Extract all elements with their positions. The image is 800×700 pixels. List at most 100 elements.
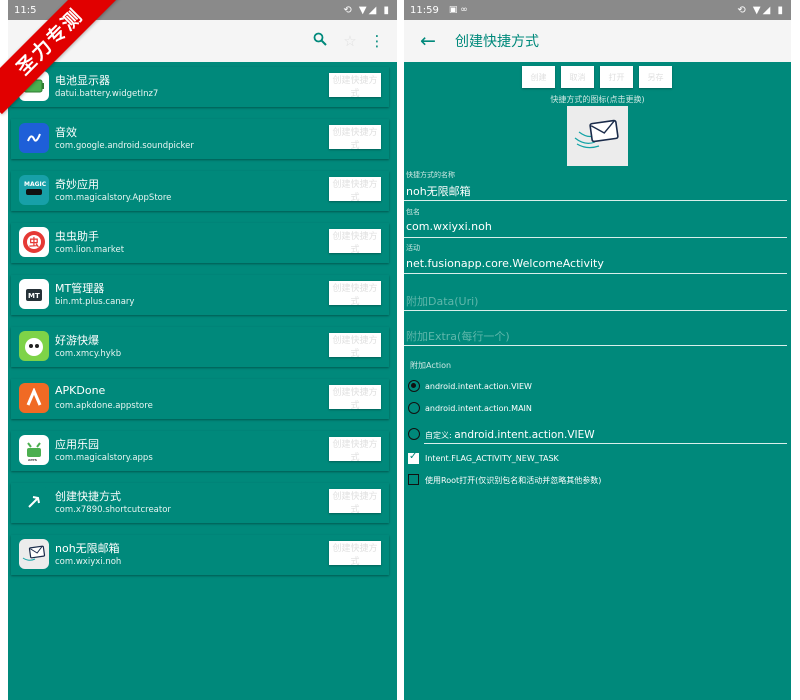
- create-shortcut-button[interactable]: 创建快捷方式: [329, 281, 381, 306]
- extra-input[interactable]: 附加Extra(每行一个): [406, 328, 510, 344]
- create-shortcut-screen: 11:59 ▣ ∞ ⟲ ▼◢ ▮ ← 创建快捷方式 创建 取消 打开 另存 快捷…: [404, 0, 791, 700]
- mail-icon: [574, 119, 619, 149]
- app-package: com.xmcy.hykb: [55, 349, 122, 359]
- svg-text:APPS: APPS: [28, 458, 37, 462]
- app-list-item[interactable]: 创建快捷方式 com.x7890.shortcutcreator 创建快捷方式: [11, 483, 389, 523]
- app-package: com.google.android.soundpicker: [55, 141, 194, 151]
- magic-app-icon: MAGIC: [19, 175, 49, 205]
- custom-action-input[interactable]: android.intent.action.VIEW: [454, 429, 594, 441]
- shortcut-creator-icon: [19, 487, 49, 517]
- custom-prefix: 自定义:: [425, 431, 452, 440]
- shortcut-name-label: 快捷方式的名称: [406, 171, 455, 179]
- radio-action-view[interactable]: [408, 380, 420, 392]
- app-name: 应用乐园: [55, 438, 99, 451]
- create-shortcut-button[interactable]: 创建快捷方式: [329, 333, 381, 358]
- more-vert-icon[interactable]: ⋮: [367, 31, 387, 51]
- app-list-item[interactable]: 电池显示器 datui.battery.widgetInz7 创建快捷方式: [11, 67, 389, 107]
- svg-text:MT: MT: [28, 292, 40, 300]
- divider: [404, 345, 787, 346]
- svg-text:MAGIC: MAGIC: [24, 181, 47, 188]
- radio-action-main[interactable]: [408, 402, 420, 414]
- haoyou-icon: [19, 331, 49, 361]
- icon-hint: 快捷方式的图标(点击更换): [550, 95, 645, 104]
- create-shortcut-button[interactable]: 创建快捷方式: [329, 437, 381, 462]
- app-list-screen: 11:5 ⟲ ▼◢ ▮ ☆ ⋮ 电池显示器 datui.battery.widge…: [8, 0, 397, 700]
- create-shortcut-button[interactable]: 创建快捷方式: [329, 125, 381, 150]
- app-package: com.x7890.shortcutcreator: [55, 505, 171, 515]
- app-list-item[interactable]: APKDone com.apkdone.appstore 创建快捷方式: [11, 379, 389, 419]
- status-icons: ⟲ ▼◢ ▮: [343, 4, 391, 16]
- package-input[interactable]: com.wxiyxi.noh: [406, 220, 492, 233]
- create-button[interactable]: 创建: [522, 66, 555, 88]
- divider: [404, 237, 787, 238]
- app-list-item[interactable]: MT MT管理器 bin.mt.plus.canary 创建快捷方式: [11, 275, 389, 315]
- activity-label: 活动: [406, 244, 420, 252]
- divider: [404, 273, 787, 274]
- create-shortcut-button[interactable]: 创建快捷方式: [329, 385, 381, 410]
- app-name: noh无限邮箱: [55, 542, 120, 555]
- open-button[interactable]: 打开: [600, 66, 633, 88]
- page-title: 创建快捷方式: [455, 34, 539, 50]
- data-uri-input[interactable]: 附加Data(Uri): [406, 293, 478, 309]
- checkbox-new-task-label: Intent.FLAG_ACTIVITY_NEW_TASK: [425, 454, 559, 463]
- app-list-item[interactable]: APPS 应用乐园 com.magicalstory.apps 创建快捷方式: [11, 431, 389, 471]
- app-package: com.wxiyxi.noh: [55, 557, 122, 567]
- app-package: com.magicalstory.apps: [55, 453, 153, 463]
- app-list-item[interactable]: 音效 com.google.android.soundpicker 创建快捷方式: [11, 119, 389, 159]
- status-icons: ⟲ ▼◢ ▮: [737, 4, 785, 16]
- app-name: 电池显示器: [55, 74, 110, 87]
- sound-icon: [19, 123, 49, 153]
- activity-input[interactable]: net.fusionapp.core.WelcomeActivity: [406, 257, 604, 270]
- shortcut-icon-picker[interactable]: [567, 106, 628, 166]
- app-name: 奇妙应用: [55, 178, 99, 191]
- app-package: bin.mt.plus.canary: [55, 297, 135, 307]
- save-as-button[interactable]: 另存: [639, 66, 672, 88]
- app-package: datui.battery.widgetInz7: [55, 89, 159, 99]
- radio-action-custom[interactable]: [408, 428, 420, 440]
- app-name: 创建快捷方式: [55, 490, 121, 503]
- app-list-item[interactable]: MAGIC 奇妙应用 com.magicalstory.AppStore 创建快捷方式: [11, 171, 389, 211]
- radio-action-main-label: android.intent.action.MAIN: [425, 404, 532, 413]
- form-area: 创建 取消 打开 另存 快捷方式的图标(点击更换) 快捷方式的名称 noh无限邮…: [404, 62, 791, 700]
- app-list-item[interactable]: 好游快爆 com.xmcy.hykb 创建快捷方式: [11, 327, 389, 367]
- divider: [404, 200, 787, 201]
- star-icon[interactable]: ☆: [340, 31, 360, 51]
- app-name: MT管理器: [55, 282, 105, 295]
- checkbox-root[interactable]: [408, 474, 419, 485]
- action-label: 附加Action: [410, 361, 452, 370]
- shortcut-name-input[interactable]: noh无限邮箱: [406, 183, 471, 199]
- app-name: 虫虫助手: [55, 230, 99, 243]
- toolbar: ← 创建快捷方式: [404, 20, 791, 62]
- chongchong-icon: 虫: [19, 227, 49, 257]
- status-time: 11:5: [14, 4, 37, 16]
- divider: [404, 310, 787, 311]
- svg-text:虫: 虫: [29, 236, 39, 249]
- search-icon[interactable]: [310, 31, 330, 51]
- back-arrow-icon[interactable]: ←: [418, 31, 438, 51]
- apkdone-icon: [19, 383, 49, 413]
- app-paradise-icon: APPS: [19, 435, 49, 465]
- radio-action-view-label: android.intent.action.VIEW: [425, 382, 532, 391]
- create-shortcut-button[interactable]: 创建快捷方式: [329, 489, 381, 514]
- checkbox-root-label: 使用Root打开(仅识别包名和活动并忽略其他参数): [425, 476, 602, 485]
- app-list-item[interactable]: 虫 虫虫助手 com.lion.market 创建快捷方式: [11, 223, 389, 263]
- app-package: com.magicalstory.AppStore: [55, 193, 172, 203]
- app-name: APKDone: [55, 384, 106, 397]
- mt-icon: MT: [19, 279, 49, 309]
- status-bar: 11:59 ▣ ∞ ⟲ ▼◢ ▮: [404, 0, 791, 20]
- app-package: com.lion.market: [55, 245, 125, 255]
- cancel-button[interactable]: 取消: [561, 66, 594, 88]
- status-time: 11:59: [410, 4, 439, 16]
- checkbox-new-task[interactable]: [408, 451, 419, 464]
- create-shortcut-button[interactable]: 创建快捷方式: [329, 177, 381, 202]
- package-label: 包名: [406, 208, 420, 216]
- create-shortcut-button[interactable]: 创建快捷方式: [329, 541, 381, 566]
- mail-icon: [19, 539, 49, 569]
- create-shortcut-button[interactable]: 创建快捷方式: [329, 73, 381, 98]
- notification-icons: ▣ ∞: [448, 5, 468, 15]
- app-package: com.apkdone.appstore: [55, 401, 153, 411]
- divider: [424, 443, 787, 444]
- app-name: 音效: [55, 126, 77, 139]
- create-shortcut-button[interactable]: 创建快捷方式: [329, 229, 381, 254]
- app-list-item[interactable]: noh无限邮箱 com.wxiyxi.noh 创建快捷方式: [11, 535, 389, 575]
